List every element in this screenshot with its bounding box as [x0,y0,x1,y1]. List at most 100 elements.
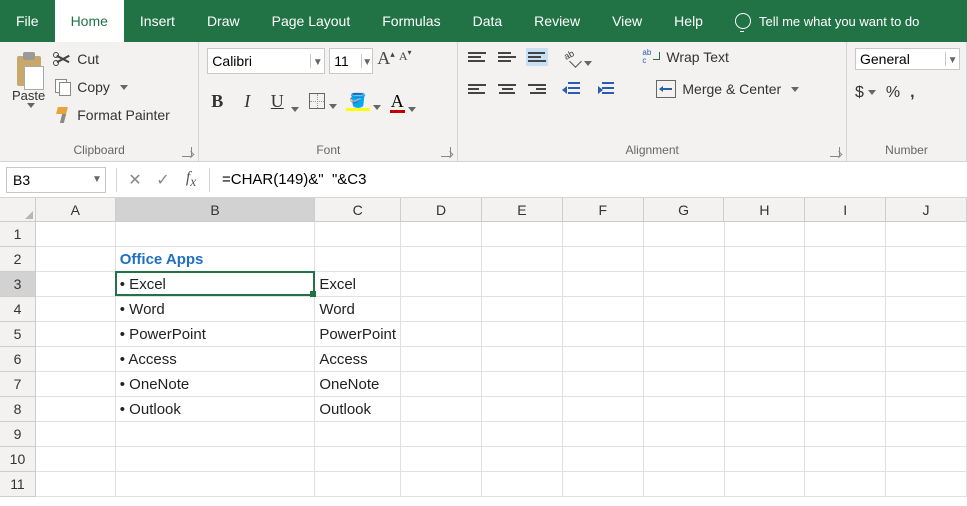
cell-A1[interactable] [36,222,116,247]
row-header-4[interactable]: 4 [0,297,36,322]
col-header-J[interactable]: J [886,198,967,221]
chevron-down-icon[interactable] [791,87,799,92]
cell-H9[interactable] [725,422,806,447]
italic-button[interactable]: I [237,91,257,112]
select-all-corner[interactable] [0,198,36,221]
merge-center-button[interactable]: Merge & Center [656,80,799,98]
cell-C6[interactable]: Access [315,347,401,372]
cell-C4[interactable]: Word [315,297,401,322]
col-header-G[interactable]: G [644,198,725,221]
tab-page-layout[interactable]: Page Layout [256,0,367,42]
cell-F8[interactable] [563,397,644,422]
col-header-E[interactable]: E [482,198,563,221]
dialog-launcher-icon[interactable] [182,147,192,157]
cell-F11[interactable] [563,472,644,497]
cell-A11[interactable] [36,472,116,497]
cell-H1[interactable] [725,222,806,247]
font-name-input[interactable] [208,51,310,71]
col-header-H[interactable]: H [724,198,805,221]
cell-I7[interactable] [805,372,886,397]
cell-E7[interactable] [482,372,563,397]
cell-A4[interactable] [36,297,116,322]
tab-home[interactable]: Home [55,0,124,42]
cell-G2[interactable] [644,247,725,272]
cell-C2[interactable] [315,247,401,272]
name-box[interactable]: ▼ [6,167,106,193]
cell-D1[interactable] [401,222,482,247]
cell-D3[interactable] [401,272,482,297]
col-header-C[interactable]: C [315,198,401,221]
cell-G9[interactable] [644,422,725,447]
cell-B11[interactable] [116,472,316,497]
cell-A5[interactable] [36,322,116,347]
cell-H6[interactable] [725,347,806,372]
cell-E3[interactable] [482,272,563,297]
cell-G3[interactable] [644,272,725,297]
font-size-input[interactable] [330,51,361,71]
chevron-down-icon[interactable] [291,107,299,112]
cell-D6[interactable] [401,347,482,372]
currency-button[interactable]: $ [855,84,876,102]
align-right-button[interactable] [526,80,548,98]
cell-B8[interactable]: • Outlook [116,397,316,422]
cell-C3[interactable]: Excel [315,272,401,297]
decrease-indent-button[interactable] [562,80,582,98]
enter-formula-icon[interactable]: ✓ [149,170,177,190]
cell-I8[interactable] [805,397,886,422]
cell-I9[interactable] [805,422,886,447]
row-header-11[interactable]: 11 [0,472,36,497]
cell-J5[interactable] [886,322,967,347]
comma-button[interactable]: , [910,84,914,102]
chevron-down-icon[interactable] [584,61,592,66]
cell-E9[interactable] [482,422,563,447]
row-header-8[interactable]: 8 [0,397,36,422]
cell-D10[interactable] [401,447,482,472]
decrease-font-icon[interactable]: A▾ [399,48,412,74]
cell-J8[interactable] [886,397,967,422]
cell-J6[interactable] [886,347,967,372]
chevron-down-icon[interactable]: ▼ [945,52,959,66]
cell-B9[interactable] [116,422,316,447]
cell-D2[interactable] [401,247,482,272]
cell-D8[interactable] [401,397,482,422]
paste-dropdown-icon[interactable] [27,103,35,108]
cell-C10[interactable] [315,447,401,472]
font-color-button[interactable]: A [391,91,416,112]
cancel-formula-icon[interactable]: ✕ [121,170,149,190]
cut-button[interactable]: Cut [55,48,170,70]
col-header-D[interactable]: D [401,198,482,221]
tab-data[interactable]: Data [457,0,519,42]
cell-C1[interactable] [315,222,401,247]
cell-C11[interactable] [315,472,401,497]
cell-I2[interactable] [805,247,886,272]
cell-F10[interactable] [563,447,644,472]
cell-H2[interactable] [725,247,806,272]
chevron-down-icon[interactable]: ▼ [310,54,324,68]
cell-A10[interactable] [36,447,116,472]
cell-I4[interactable] [805,297,886,322]
format-painter-button[interactable]: Format Painter [55,104,170,126]
cell-I11[interactable] [805,472,886,497]
cell-B2[interactable]: Office Apps [116,247,316,272]
copy-dropdown-icon[interactable] [120,85,128,90]
formula-input[interactable] [214,171,967,188]
cell-H5[interactable] [725,322,806,347]
cell-D4[interactable] [401,297,482,322]
cell-F6[interactable] [563,347,644,372]
wrap-text-button[interactable]: Wrap Text [640,48,729,66]
align-middle-button[interactable] [496,48,518,66]
cell-B6[interactable]: • Access [116,347,316,372]
cell-G4[interactable] [644,297,725,322]
cell-I5[interactable] [805,322,886,347]
cell-G8[interactable] [644,397,725,422]
number-format-combo[interactable]: ▼ [855,48,960,70]
tab-formulas[interactable]: Formulas [366,0,456,42]
cell-G7[interactable] [644,372,725,397]
cell-H11[interactable] [725,472,806,497]
row-header-5[interactable]: 5 [0,322,36,347]
cell-H4[interactable] [725,297,806,322]
cell-G5[interactable] [644,322,725,347]
cell-J2[interactable] [886,247,967,272]
cell-B4[interactable]: • Word [116,297,316,322]
cell-F5[interactable] [563,322,644,347]
